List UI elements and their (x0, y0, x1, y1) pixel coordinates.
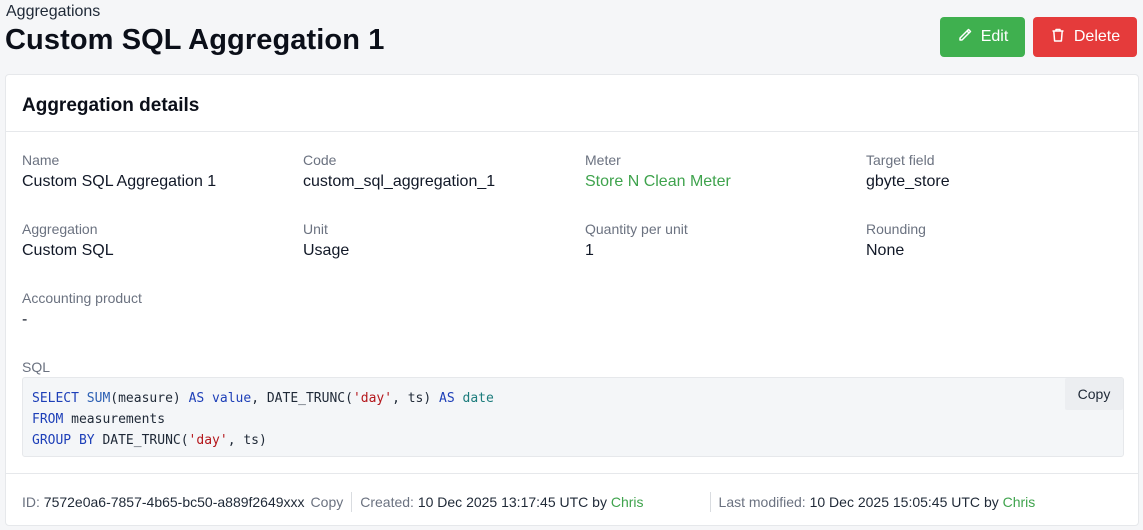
aggregation-value: Custom SQL (22, 242, 114, 259)
name-label: Name (22, 152, 60, 168)
card-title: Aggregation details (22, 95, 200, 116)
name-value: Custom SQL Aggregation 1 (22, 173, 217, 190)
quantity-per-unit-label: Quantity per unit (585, 221, 688, 237)
card-footer: ID: 7572e0a6-7857-4b65-bc50-a889f2649xxx… (22, 492, 1035, 512)
quantity-per-unit-value: 1 (585, 242, 594, 259)
sql-token: 'day' (188, 433, 228, 448)
page-title: Custom SQL Aggregation 1 (5, 24, 385, 56)
card-header-divider (6, 131, 1138, 132)
sql-token: DATE_TRUNC( (102, 433, 189, 448)
code-label: Code (303, 152, 337, 168)
copy-id-button[interactable]: Copy (311, 494, 344, 510)
delete-button-label: Delete (1073, 28, 1121, 45)
aggregation-label: Aggregation (22, 221, 98, 237)
footer-separator (709, 492, 711, 512)
delete-button[interactable]: Delete (1033, 17, 1137, 57)
accounting-product-value: - (22, 311, 28, 328)
sql-token: DATE_TRUNC( (266, 391, 353, 406)
sql-token: (measure) (110, 391, 181, 406)
breadcrumb[interactable]: Aggregations (6, 3, 100, 21)
sql-line-2: FROM measurements (32, 409, 1114, 430)
sql-line-3: GROUP BY DATE_TRUNC('day', ts) (32, 430, 1114, 451)
trash-icon (1050, 27, 1066, 48)
sql-token: AS (188, 391, 205, 406)
created-label: Created: (360, 494, 414, 510)
created-by: by (592, 494, 607, 510)
edit-button[interactable]: Edit (940, 17, 1025, 57)
footer-separator (351, 492, 353, 512)
page-header: Aggregations Custom SQL Aggregation 1 Ed… (0, 0, 1143, 74)
rounding-label: Rounding (866, 221, 926, 237)
sql-label: SQL (22, 359, 51, 375)
sql-token: GROUP BY (32, 433, 95, 448)
aggregation-details-card: Aggregation details Name Custom SQL Aggr… (5, 74, 1139, 526)
sql-code-block: SELECT SUM(measure) AS value, DATE_TRUNC… (22, 377, 1124, 457)
sql-token: FROM (32, 412, 64, 427)
target-field-value: gbyte_store (866, 173, 950, 190)
rounding-value: None (866, 242, 905, 259)
sql-token: , ts) (392, 391, 432, 406)
pencil-icon (957, 27, 973, 48)
sql-token: measurements (71, 412, 166, 427)
created-value: 10 Dec 2025 13:17:45 UTC (417, 494, 589, 510)
meter-link[interactable]: Store N Clean Meter (585, 173, 731, 191)
modified-value: 10 Dec 2025 15:05:45 UTC (809, 494, 981, 510)
sql-token: value (212, 391, 252, 406)
sql-line-1: SELECT SUM(measure) AS value, DATE_TRUNC… (32, 391, 494, 406)
code-value: custom_sql_aggregation_1 (303, 173, 496, 190)
modified-label: Last modified: (718, 494, 806, 510)
accounting-product-label: Accounting product (22, 290, 142, 306)
unit-value: Usage (303, 242, 350, 259)
sql-token: 'day' (352, 391, 393, 406)
unit-label: Unit (303, 221, 328, 237)
id-label: ID: (22, 494, 40, 510)
card-footer-divider (6, 473, 1138, 474)
sql-token: AS (439, 391, 455, 406)
created-user-link[interactable]: Chris (611, 494, 644, 510)
id-value: 7572e0a6-7857-4b65-bc50-a889f2649xxx (43, 494, 305, 510)
sql-token: SELECT (32, 391, 79, 406)
sql-token: SUM (86, 391, 111, 406)
modified-user-link[interactable]: Chris (1003, 494, 1036, 510)
modified-by: by (983, 494, 999, 510)
meter-label: Meter (585, 152, 621, 168)
sql-token: date (462, 391, 494, 406)
sql-token: , ts) (227, 433, 267, 448)
target-field-label: Target field (866, 152, 935, 168)
edit-button-label: Edit (980, 28, 1009, 45)
copy-sql-button[interactable]: Copy (1065, 378, 1123, 410)
